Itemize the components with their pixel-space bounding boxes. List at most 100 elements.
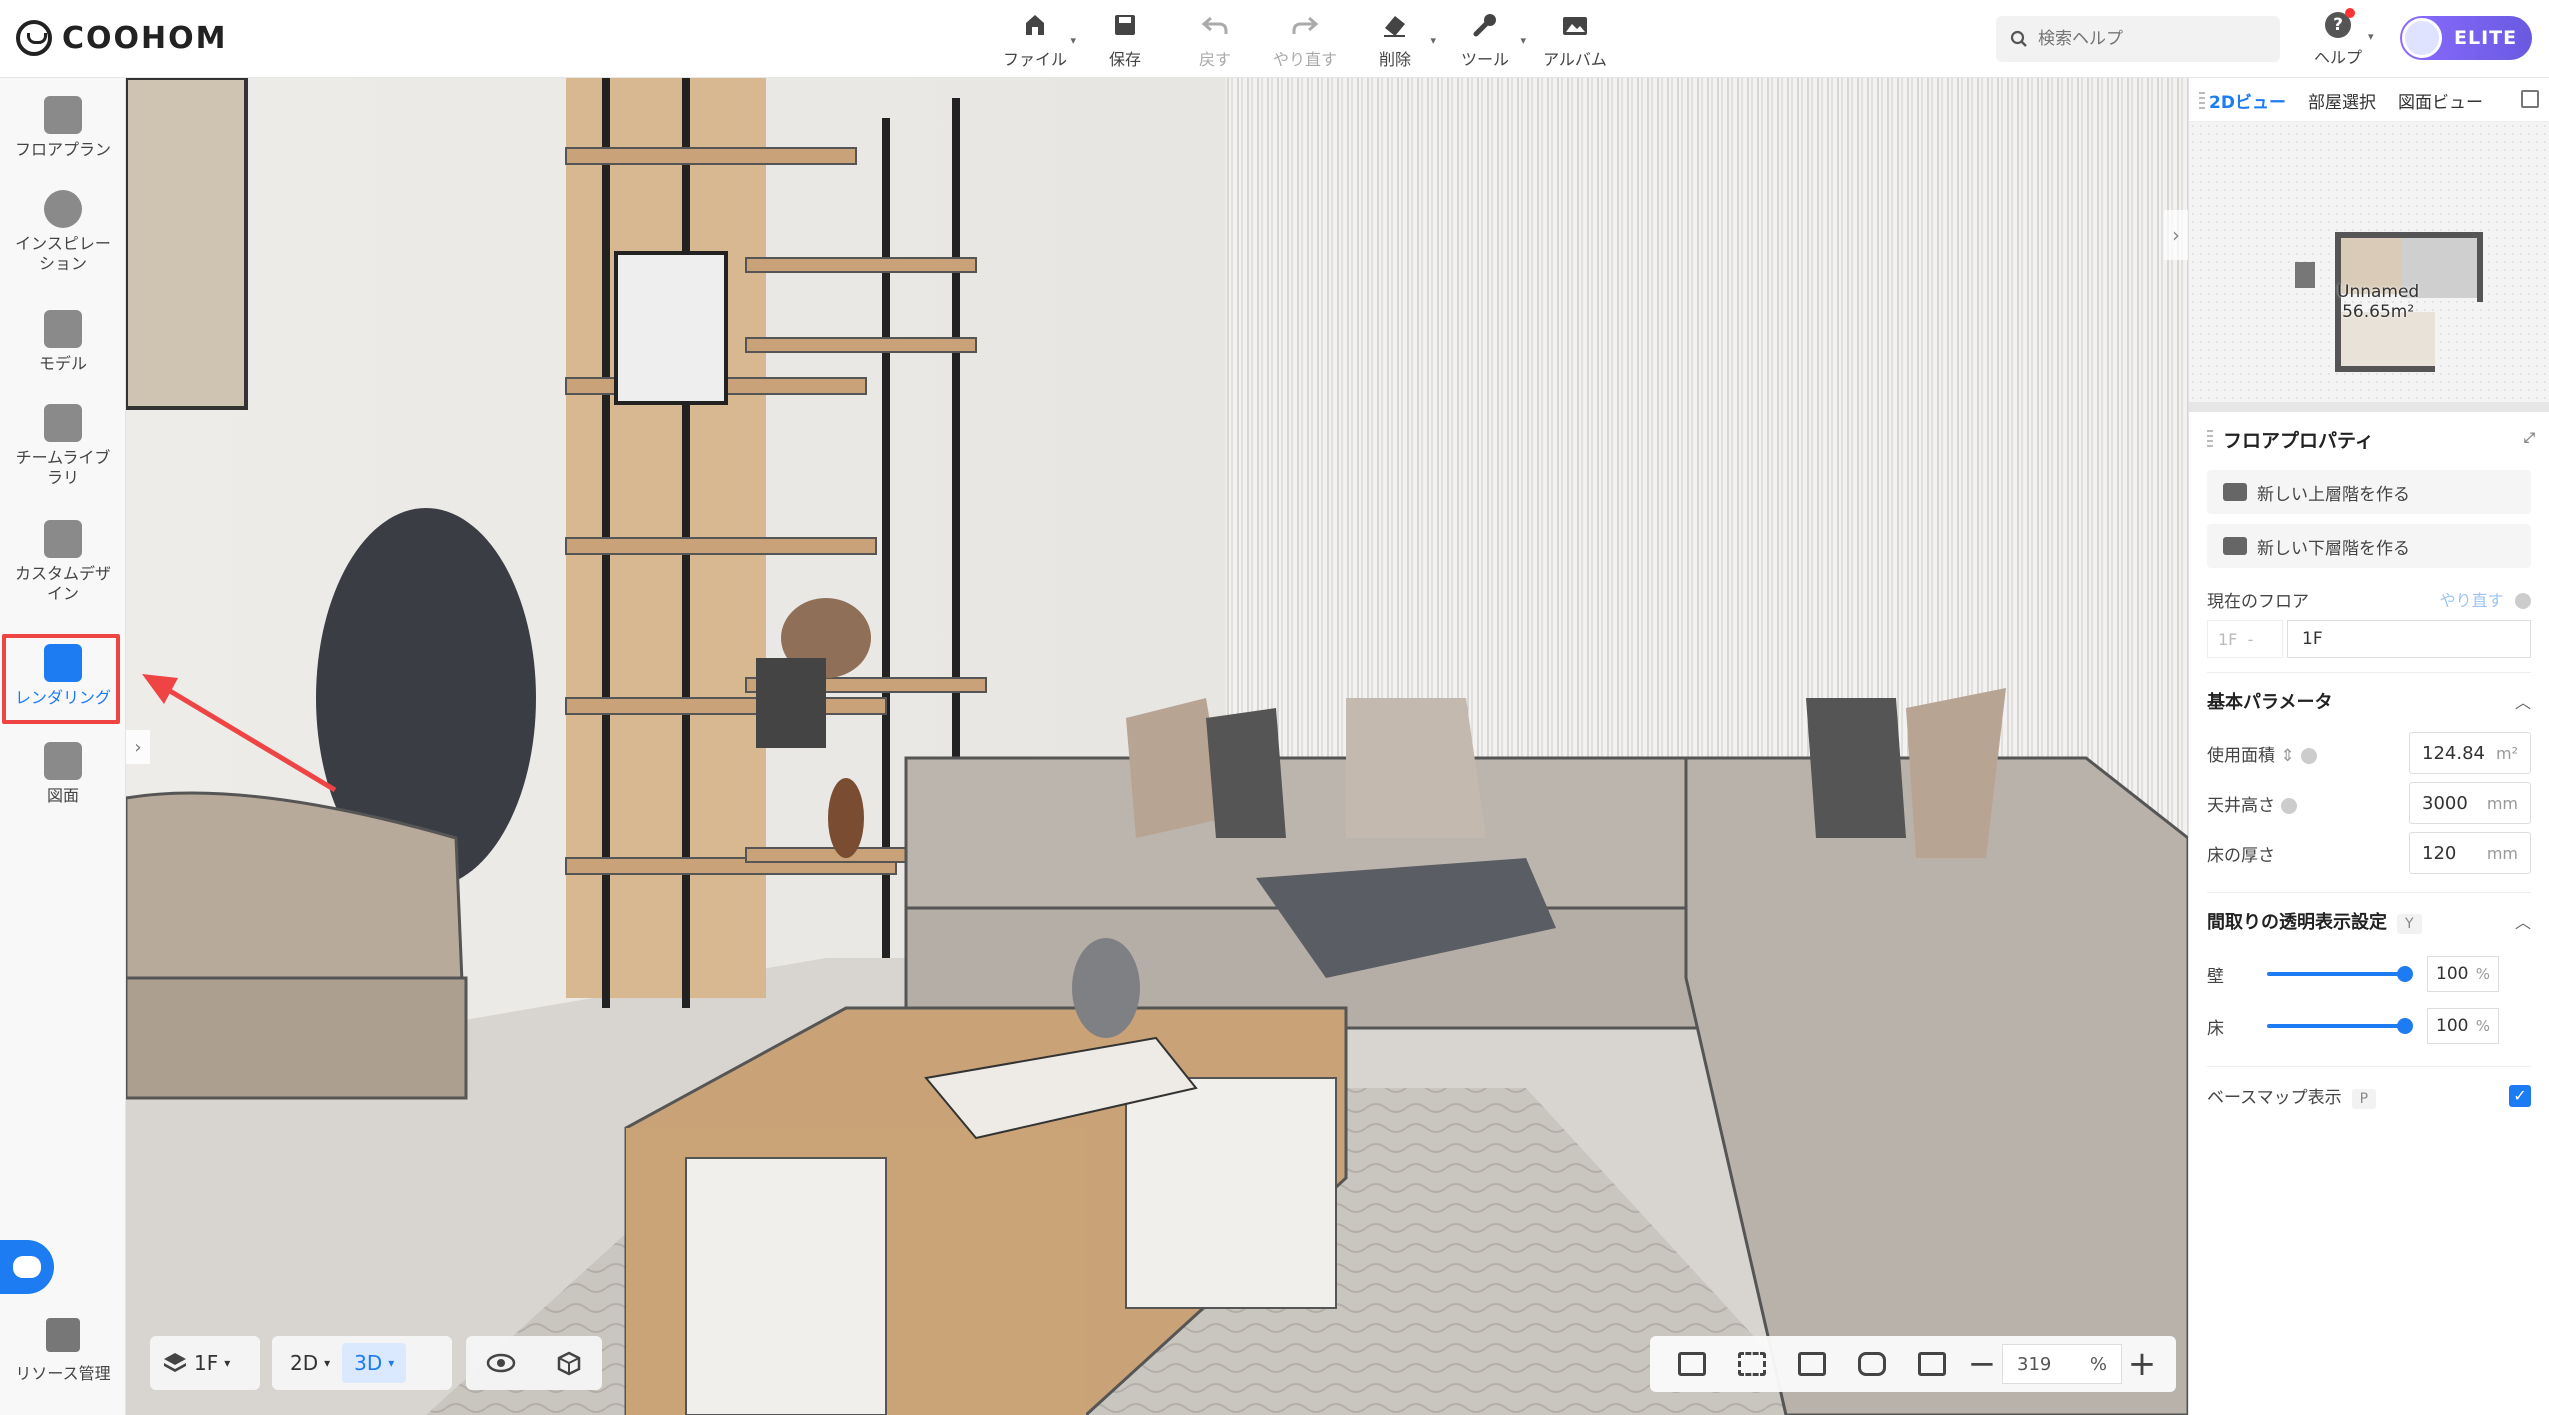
floor-opacity-field[interactable]: 100% [2427,1008,2499,1044]
coohom-logo-icon [16,20,52,56]
props-header: フロアプロパティ ⤢ [2207,412,2535,466]
sidebar-item-label: モデル [38,354,87,373]
minimap[interactable]: Unnamed 56.65m² [2189,122,2549,412]
chevron-down-icon[interactable]: ▾ [1070,34,1076,47]
usage-area-row: 使用面積 ⇕ 124.84 m² [2207,728,2531,778]
basic-params-header[interactable]: 基本パラメータ ︿ [2207,672,2531,728]
slider-handle[interactable] [2397,966,2413,982]
sidebar-item-drawing[interactable]: 図面 [0,742,126,806]
popout-icon[interactable] [2521,90,2539,108]
main-toolbar: ファイル ▾ 保存戻す やり直す 削除 ▾ ツール ▾ アルバム [990,8,1620,70]
view-2d-button[interactable]: 2D ▾ [278,1343,342,1383]
floor-thick-value: 120 [2422,842,2457,864]
visibility-button[interactable] [474,1343,528,1383]
search-icon [2010,30,2027,47]
tab-room-select[interactable]: 部屋選択 [2308,86,2376,113]
help-button[interactable]: ? ヘルプ [2308,8,2368,72]
tab-drawing-view[interactable]: 図面ビュー [2398,86,2483,113]
zoom-input[interactable]: 319 % [2002,1344,2122,1384]
floor-thickness-field[interactable]: 120 mm [2409,832,2531,874]
new-upper-floor-button[interactable]: 新しい上層階を作る [2207,470,2531,514]
shortcut-key: Y [2397,913,2422,934]
layers-icon [164,1353,186,1372]
tab-2d-view[interactable]: 2Dビュー [2209,86,2286,113]
crop-view-button[interactable] [1722,1344,1782,1384]
view-3d-button[interactable]: 3D ▾ [342,1343,407,1383]
toolbar-wrench-button[interactable]: ツール ▾ [1440,8,1530,70]
logo[interactable]: COOHOM [16,20,228,56]
drag-handle-icon[interactable] [2207,430,2213,448]
wall-opacity-row: 壁 100% [2207,948,2531,1000]
current-floor-row: 現在のフロア やり直す [2207,578,2531,620]
transparency-header[interactable]: 間取りの透明表示設定 Y ︿ [2207,892,2531,948]
floor-select[interactable]: 1F ▾ [150,1343,242,1383]
usage-area-field[interactable]: 124.84 m² [2409,732,2531,774]
album-icon [1560,10,1590,40]
crop-icon [1738,1352,1766,1376]
chevron-up-icon: ︿ [2514,692,2531,712]
undo-icon [1200,10,1230,40]
zoom-search-icon [1918,1352,1946,1376]
focus-button[interactable] [1842,1344,1902,1384]
toolbar-eraser-button[interactable]: 削除 ▾ [1350,8,1440,70]
cube-icon [557,1351,581,1376]
wall-opacity-field[interactable]: 100% [2427,956,2499,992]
chevron-down-icon: ▾ [224,1356,231,1370]
zoom-fit-button[interactable] [1902,1344,1962,1384]
redo-link[interactable]: やり直す [2440,591,2504,610]
expand-icon[interactable]: ⤢ [2524,430,2535,446]
floor-name-input[interactable]: 1F [2287,620,2531,658]
slider-handle[interactable] [2397,1018,2413,1034]
logo-text: COOHOM [62,20,228,56]
toolbar-album-button[interactable]: アルバム [1530,8,1620,70]
new-lower-floor-button[interactable]: 新しい下層階を作る [2207,524,2531,568]
sidebar-item-team-library[interactable]: チームライブラリ [0,404,126,488]
panel-collapse-chevron-icon[interactable]: › [2164,210,2188,260]
3d-viewport[interactable] [126,78,2188,1415]
drag-handle-icon[interactable] [2199,92,2205,110]
wall-opacity-slider[interactable] [2267,966,2413,982]
zoom-in-button[interactable]: + [2122,1344,2162,1384]
basemap-checkbox[interactable]: ✓ [2509,1084,2531,1107]
toolbar-label: やり直す [1272,50,1337,69]
sidebar-item-label: チームライブラリ [15,448,111,487]
current-floor-label: 現在のフロア [2207,591,2309,612]
search-input[interactable] [2038,29,2268,49]
zoom-value: 319 [2017,1353,2052,1375]
toolbar-file-button[interactable]: ファイル ▾ [990,8,1080,70]
account-badge[interactable]: ELITE [2400,16,2532,60]
sidebar-item-floorplan[interactable]: フロアプラン [0,96,126,160]
sidebar-item-custom-design[interactable]: カスタムデザイン [0,520,126,604]
basic-params-title: 基本パラメータ [2207,691,2333,713]
cube-button[interactable] [544,1343,594,1383]
floor-name-inputs: 1F - 1F [2207,620,2531,658]
usage-area-unit: m² [2496,743,2518,763]
zoom-out-button[interactable]: − [1962,1344,2002,1384]
toolbar-undo-button[interactable]: 戻す [1170,8,1260,70]
chat-button[interactable] [0,1240,54,1294]
toolbar-label: 戻す [1198,50,1231,69]
ceiling-height-field[interactable]: 3000 mm [2409,782,2531,824]
sidebar-item-model[interactable]: モデル [0,310,126,374]
display-controls [466,1336,602,1390]
toolbar-redo-button[interactable]: やり直す [1260,8,1350,70]
floor-opacity-slider[interactable] [2267,1018,2413,1034]
avatar [2402,18,2442,58]
props-title: フロアプロパティ [2223,429,2374,452]
screenshot-button[interactable] [1662,1344,1722,1384]
help-search[interactable] [1996,16,2280,62]
chevron-down-icon[interactable]: ▾ [1520,34,1526,47]
toolbar-save-button[interactable]: 保存 [1080,8,1170,70]
save-icon [1110,10,1140,40]
help-caret-icon[interactable]: ▾ [2368,30,2374,43]
floor-value: 100 [2436,1016,2469,1036]
sidebar-item-inspiration[interactable]: インスピレーション [0,190,126,274]
info-icon [2300,747,2317,764]
floor-opacity-row: 床 100% [2207,1000,2531,1052]
floor-selector[interactable]: 1F ▾ [150,1336,260,1390]
sidebar-item-label: カスタムデザイン [14,564,111,603]
view-settings-button[interactable] [1782,1344,1842,1384]
chevron-down-icon[interactable]: ▾ [1430,34,1436,47]
chevron-up-icon: ︿ [2514,912,2531,932]
resource-management[interactable]: リソース管理 [0,1318,126,1384]
